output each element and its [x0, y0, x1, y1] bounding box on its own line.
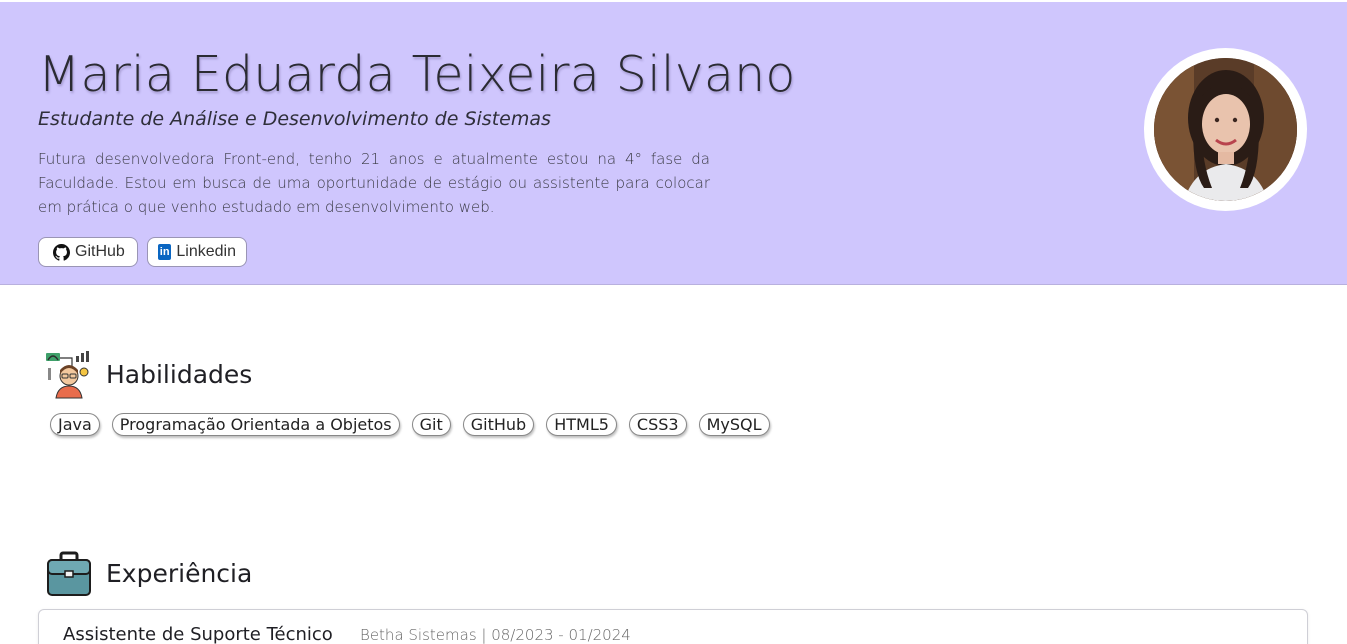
experience-title: Experiência [106, 559, 253, 588]
avatar-frame [1144, 48, 1307, 211]
skill-tag: MySQL [698, 413, 770, 436]
skill-tag: HTML5 [546, 413, 617, 436]
skill-tag: GitHub [462, 413, 535, 436]
experience-meta: Betha Sistemas | 08/2023 - 01/2024 [360, 626, 631, 644]
briefcase-icon [47, 551, 91, 596]
linkedin-label: Linkedin [176, 243, 236, 260]
skill-tag: Programação Orientada a Objetos [111, 413, 400, 436]
github-label: GitHub [75, 243, 125, 260]
experience-card: Assistente de Suporte Técnico Betha Sist… [38, 609, 1308, 644]
linkedin-button[interactable]: in Linkedin [147, 237, 247, 267]
profile-header: Maria Eduarda Teixeira Silvano Estudante… [0, 2, 1347, 285]
github-icon [53, 243, 70, 261]
experience-role: Assistente de Suporte Técnico [63, 624, 333, 644]
linkedin-icon: in [158, 244, 172, 260]
developer-person-icon [46, 351, 89, 399]
github-button[interactable]: GitHub [38, 237, 138, 267]
skill-tag: Git [411, 413, 451, 436]
avatar-photo [1154, 58, 1297, 201]
skills-list: Java Programação Orientada a Objetos Git… [50, 413, 770, 436]
avatar [1154, 58, 1297, 201]
profile-name: Maria Eduarda Teixeira Silvano [38, 46, 796, 103]
skills-title: Habilidades [106, 360, 253, 389]
profile-subtitle: Estudante de Análise e Desenvolvimento d… [38, 108, 551, 130]
profile-bio: Futura desenvolvedora Front-end, tenho 2… [38, 150, 710, 216]
skill-tag: CSS3 [628, 413, 687, 436]
skill-tag: Java [50, 413, 100, 436]
